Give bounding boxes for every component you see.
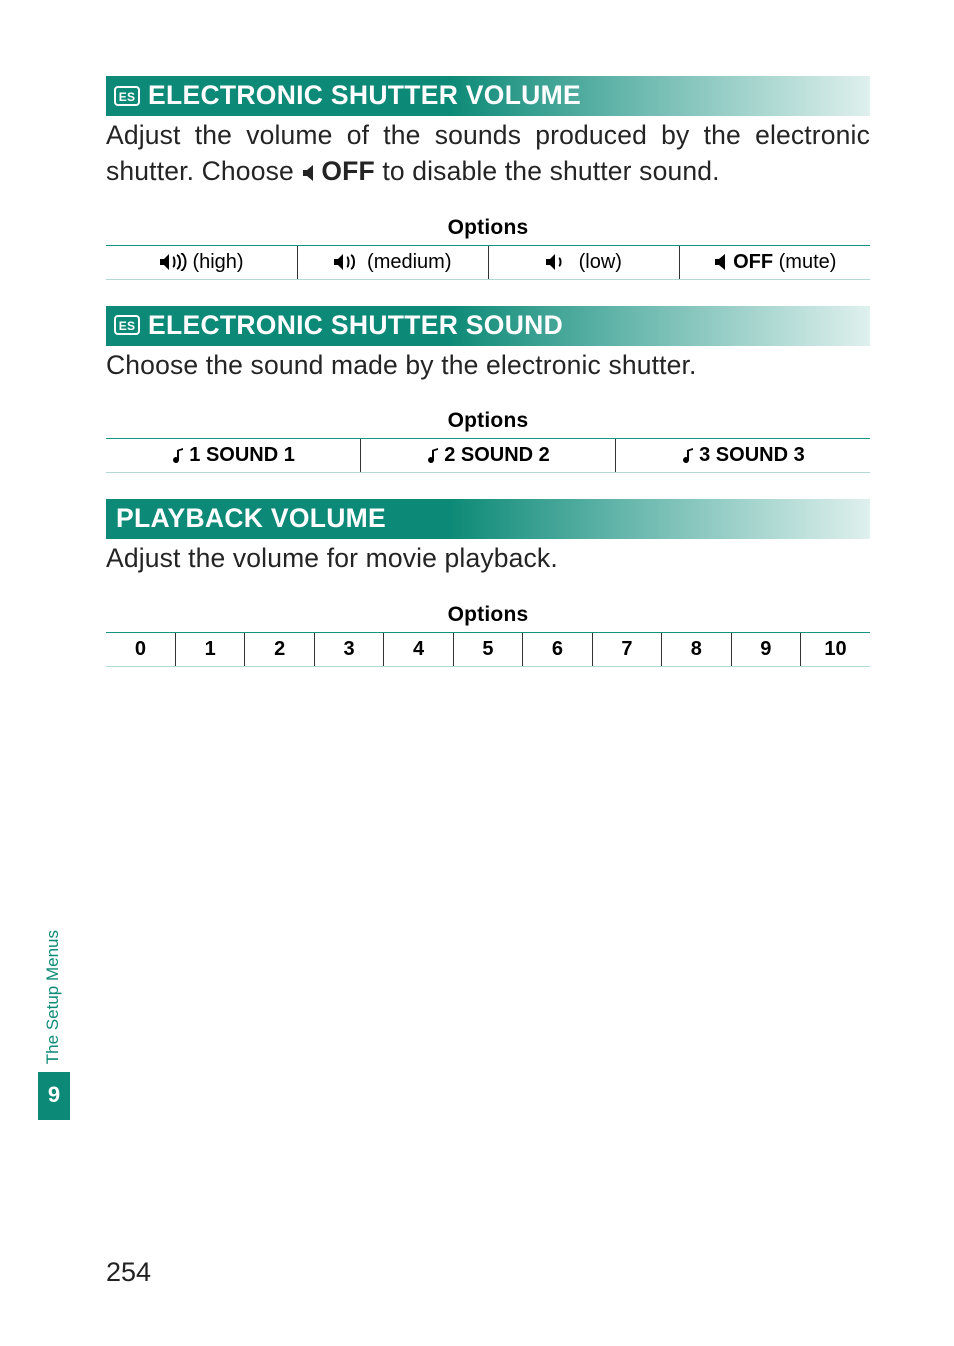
es-icon: ES	[114, 84, 140, 108]
opt-sound-1-label: SOUND 1	[206, 444, 295, 466]
opt-sound-1: 1 SOUND 1	[106, 439, 361, 473]
opt-vol-4: 4	[384, 633, 453, 667]
body-shutter-volume-off: OFF	[321, 156, 374, 186]
side-tab: The Setup Menus 9	[38, 918, 70, 1120]
side-tab-number: 9	[38, 1072, 70, 1120]
opt-sound-3-label: SOUND 3	[716, 444, 805, 466]
music-note-icon	[171, 446, 189, 466]
opt-mute-bold: OFF	[733, 251, 773, 273]
svg-text:ES: ES	[119, 319, 136, 333]
opt-vol-8: 8	[662, 633, 731, 667]
opt-low: (low)	[488, 245, 679, 279]
opt-sound-1-pre: 1	[189, 444, 206, 466]
opt-low-label: (low)	[573, 251, 622, 273]
table-row: 0 1 2 3 4 5 6 7 8 9 10	[106, 633, 870, 667]
opt-vol-3: 3	[314, 633, 383, 667]
opt-sound-2-pre: 2	[444, 444, 461, 466]
heading-shutter-volume-text: ELECTRONIC SHUTTER VOLUME	[148, 80, 581, 111]
opt-vol-9: 9	[731, 633, 800, 667]
opt-vol-6: 6	[523, 633, 592, 667]
heading-playback-volume: PLAYBACK VOLUME	[106, 499, 870, 539]
body-shutter-volume-p2: to disable the shutter sound.	[375, 156, 720, 186]
opt-high-label: (high)	[187, 251, 244, 273]
music-note-icon	[426, 446, 444, 466]
body-playback-volume: Adjust the volume for movie playback.	[106, 541, 870, 577]
speaker-low-icon	[545, 253, 573, 271]
opt-sound-2: 2 SOUND 2	[361, 439, 616, 473]
speaker-high-icon	[159, 253, 187, 271]
opt-vol-1: 1	[175, 633, 244, 667]
speaker-mute-icon	[301, 164, 321, 182]
opt-mute: OFF (mute)	[679, 245, 870, 279]
opt-medium: (medium)	[297, 245, 488, 279]
music-note-icon	[681, 446, 699, 466]
opt-vol-0: 0	[106, 633, 175, 667]
heading-shutter-sound: ES ELECTRONIC SHUTTER SOUND	[106, 306, 870, 346]
shutter-volume-options-table: Options (high) (medium) (low)	[106, 214, 870, 280]
side-tab-label: The Setup Menus	[38, 918, 70, 1072]
options-header: Options	[106, 601, 870, 633]
opt-sound-2-label: SOUND 2	[461, 444, 550, 466]
opt-vol-2: 2	[245, 633, 314, 667]
shutter-sound-options-table: Options 1 SOUND 1 2 SOUND 2 3 SOUND	[106, 407, 870, 473]
opt-sound-3-pre: 3	[699, 444, 716, 466]
body-shutter-volume: Adjust the volume of the sounds produced…	[106, 118, 870, 190]
speaker-mute-icon	[713, 253, 733, 271]
page-number: 254	[106, 1257, 151, 1288]
svg-text:ES: ES	[119, 90, 136, 104]
heading-shutter-sound-text: ELECTRONIC SHUTTER SOUND	[148, 310, 563, 341]
heading-shutter-volume: ES ELECTRONIC SHUTTER VOLUME	[106, 76, 870, 116]
heading-playback-volume-text: PLAYBACK VOLUME	[116, 503, 386, 534]
speaker-med-icon	[333, 253, 361, 271]
es-icon: ES	[114, 313, 140, 337]
opt-med-label: (medium)	[361, 251, 451, 273]
body-shutter-sound: Choose the sound made by the electronic …	[106, 348, 870, 384]
opt-sound-3: 3 SOUND 3	[615, 439, 870, 473]
opt-vol-7: 7	[592, 633, 661, 667]
options-header: Options	[106, 407, 870, 439]
table-row: (high) (medium) (low) OFF (mute)	[106, 245, 870, 279]
opt-mute-label: (mute)	[773, 251, 836, 273]
opt-high: (high)	[106, 245, 297, 279]
options-header: Options	[106, 214, 870, 246]
opt-vol-5: 5	[453, 633, 522, 667]
opt-vol-10: 10	[801, 633, 870, 667]
playback-volume-options-table: Options 0 1 2 3 4 5 6 7 8 9 10	[106, 601, 870, 667]
table-row: 1 SOUND 1 2 SOUND 2 3 SOUND 3	[106, 439, 870, 473]
